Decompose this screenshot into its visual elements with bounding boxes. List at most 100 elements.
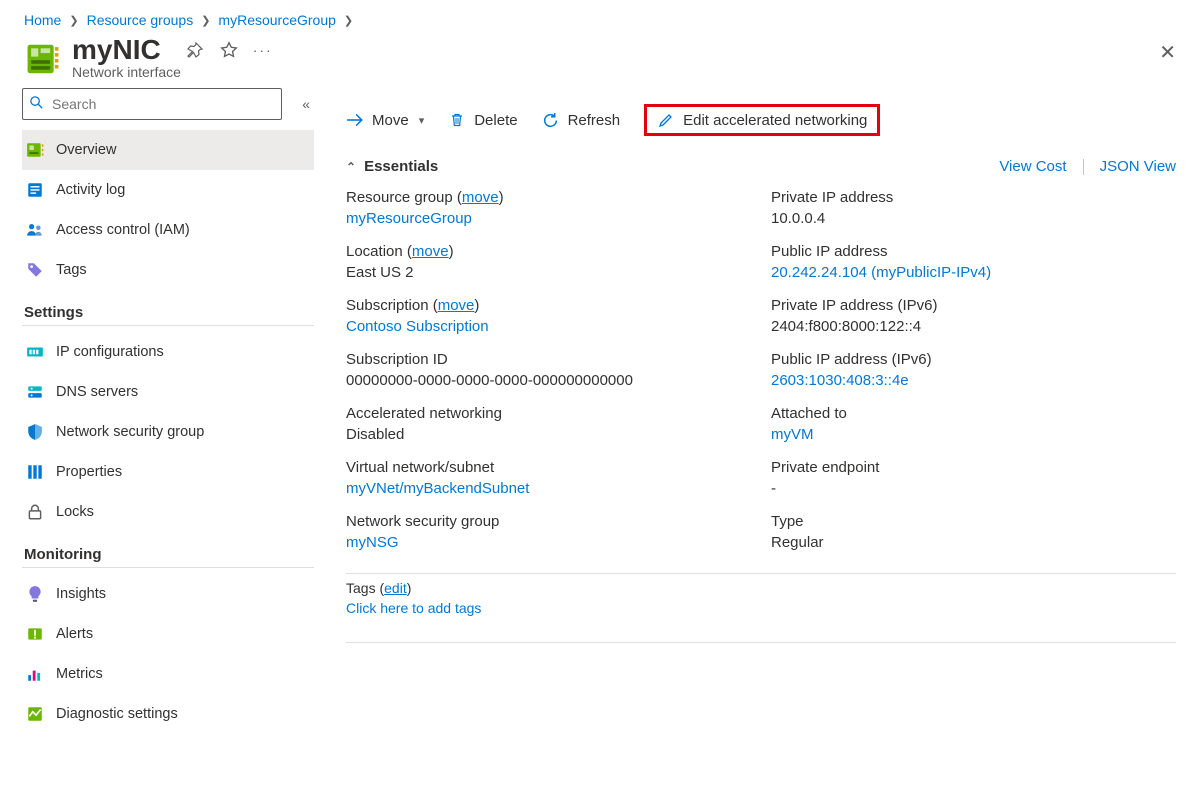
json-view-link[interactable]: JSON View <box>1100 158 1176 175</box>
breadcrumb-item[interactable]: Resource groups <box>87 12 194 28</box>
property-inline-link[interactable]: move <box>462 189 499 206</box>
property-label: Subscription <box>346 297 429 314</box>
nav-item-label: Tags <box>56 262 87 278</box>
property-value-link[interactable]: myVNet/myBackendSubnet <box>346 480 529 497</box>
property-row: Accelerated networkingDisabled <box>346 401 751 455</box>
property-label: Subscription ID <box>346 351 448 368</box>
nav-item-label: Diagnostic settings <box>56 706 178 722</box>
nav-item-insights[interactable]: Insights <box>22 574 314 614</box>
nav-item-tags[interactable]: Tags <box>22 250 314 290</box>
tags-icon <box>26 261 44 279</box>
property-value: - <box>771 480 776 497</box>
nav-item-network-security-group[interactable]: Network security group <box>22 412 314 452</box>
property-label: Private IP address <box>771 189 893 206</box>
search-input[interactable] <box>50 95 275 113</box>
divider <box>22 567 314 568</box>
nav-item-metrics[interactable]: Metrics <box>22 654 314 694</box>
diag-icon <box>26 705 44 723</box>
nav-item-ip-configurations[interactable]: IP configurations <box>22 332 314 372</box>
search-input-wrapper[interactable] <box>22 88 282 120</box>
delete-button[interactable]: Delete <box>448 111 517 129</box>
property-value-link[interactable]: Contoso Subscription <box>346 318 489 335</box>
delete-label: Delete <box>474 112 517 129</box>
property-row: Subscription (move)Contoso Subscription <box>346 293 751 347</box>
log-icon <box>26 181 44 199</box>
search-icon <box>29 95 44 113</box>
property-value-link[interactable]: 2603:1030:408:3::4e <box>771 372 909 389</box>
tags-label: Tags <box>346 580 376 596</box>
property-label: Resource group <box>346 189 453 206</box>
property-label: Location <box>346 243 403 260</box>
page-header: myNIC ··· Network interface ✕ <box>0 34 1200 88</box>
property-row: Attached to myVM <box>771 401 1176 455</box>
pin-icon[interactable] <box>185 40 205 60</box>
divider <box>22 325 314 326</box>
nav-item-diagnostic-settings[interactable]: Diagnostic settings <box>22 694 314 734</box>
iam-icon <box>26 221 44 239</box>
essentials-grid: Resource group (move)myResourceGroup Loca… <box>346 185 1176 563</box>
property-value-link[interactable]: myVM <box>771 426 814 443</box>
nav-group-header: Monitoring <box>24 546 314 563</box>
refresh-button[interactable]: Refresh <box>542 111 621 129</box>
move-button[interactable]: Move ▾ <box>346 111 424 129</box>
property-value-link[interactable]: myResourceGroup <box>346 210 472 227</box>
insights-icon <box>26 585 44 603</box>
edit-accelerated-networking-button[interactable]: Edit accelerated networking <box>657 111 867 129</box>
collapse-nav-icon[interactable]: « <box>298 92 314 116</box>
close-icon[interactable]: ✕ <box>1159 40 1176 65</box>
more-icon[interactable]: ··· <box>253 40 273 60</box>
props-icon <box>26 463 44 481</box>
property-value-link[interactable]: 20.242.24.104 (myPublicIP-IPv4) <box>771 264 991 281</box>
nav-item-overview[interactable]: Overview <box>22 130 314 170</box>
chevron-right-icon: ❯ <box>67 14 80 27</box>
property-row: Resource group (move)myResourceGroup <box>346 185 751 239</box>
add-tags-link[interactable]: Click here to add tags <box>346 600 481 616</box>
property-label: Public IP address <box>771 243 887 260</box>
nav-item-label: DNS servers <box>56 384 138 400</box>
essentials-toggle-icon[interactable]: ⌃ <box>346 160 356 174</box>
nsg-icon <box>26 423 44 441</box>
property-value: East US 2 <box>346 264 414 281</box>
property-label: Network security group <box>346 513 499 530</box>
view-cost-link[interactable]: View Cost <box>999 158 1066 175</box>
nav-item-label: Network security group <box>56 424 204 440</box>
divider <box>1083 159 1084 175</box>
nav-item-label: Locks <box>56 504 94 520</box>
property-value: 2404:f800:8000:122::4 <box>771 318 921 335</box>
edit-accel-highlight: Edit accelerated networking <box>644 104 880 136</box>
property-row: Subscription ID 00000000-0000-0000-0000-0… <box>346 347 751 401</box>
nav-item-dns-servers[interactable]: DNS servers <box>22 372 314 412</box>
breadcrumb-item[interactable]: myResourceGroup <box>218 12 336 28</box>
nav-item-label: IP configurations <box>56 344 164 360</box>
nav-item-activity-log[interactable]: Activity log <box>22 170 314 210</box>
property-value: 00000000-0000-0000-0000-000000000000 <box>346 372 633 389</box>
property-inline-link[interactable]: move <box>438 297 475 314</box>
main-content: Move ▾ Delete Refresh <box>330 88 1200 734</box>
chevron-down-icon: ▾ <box>419 114 425 127</box>
property-row: Public IP address 20.242.24.104 (myPublic… <box>771 239 1176 293</box>
property-value-link[interactable]: myNSG <box>346 534 399 551</box>
property-label: Private IP address (IPv6) <box>771 297 937 314</box>
trash-icon <box>448 111 466 129</box>
nav-item-properties[interactable]: Properties <box>22 452 314 492</box>
nav-item-locks[interactable]: Locks <box>22 492 314 532</box>
nav-item-access-control-iam-[interactable]: Access control (IAM) <box>22 210 314 250</box>
tags-row: Tags (edit) Click here to add tags <box>346 573 1176 628</box>
nav-group-header: Settings <box>24 304 314 321</box>
star-icon[interactable] <box>219 40 239 60</box>
nav-item-label: Access control (IAM) <box>56 222 190 238</box>
property-row: Network security group myNSG <box>346 509 751 563</box>
property-inline-link[interactable]: move <box>412 243 449 260</box>
content-bottom-border <box>346 642 1176 643</box>
property-label: Attached to <box>771 405 847 422</box>
breadcrumb-item[interactable]: Home <box>24 12 61 28</box>
edit-tags-link[interactable]: edit <box>384 580 407 596</box>
page-title: myNIC <box>72 34 161 66</box>
nav-item-label: Overview <box>56 142 116 158</box>
refresh-label: Refresh <box>568 112 621 129</box>
nav-item-label: Alerts <box>56 626 93 642</box>
locks-icon <box>26 503 44 521</box>
chevron-right-icon: ❯ <box>342 14 355 27</box>
property-row: Private endpoint- <box>771 455 1176 509</box>
nav-item-alerts[interactable]: Alerts <box>22 614 314 654</box>
